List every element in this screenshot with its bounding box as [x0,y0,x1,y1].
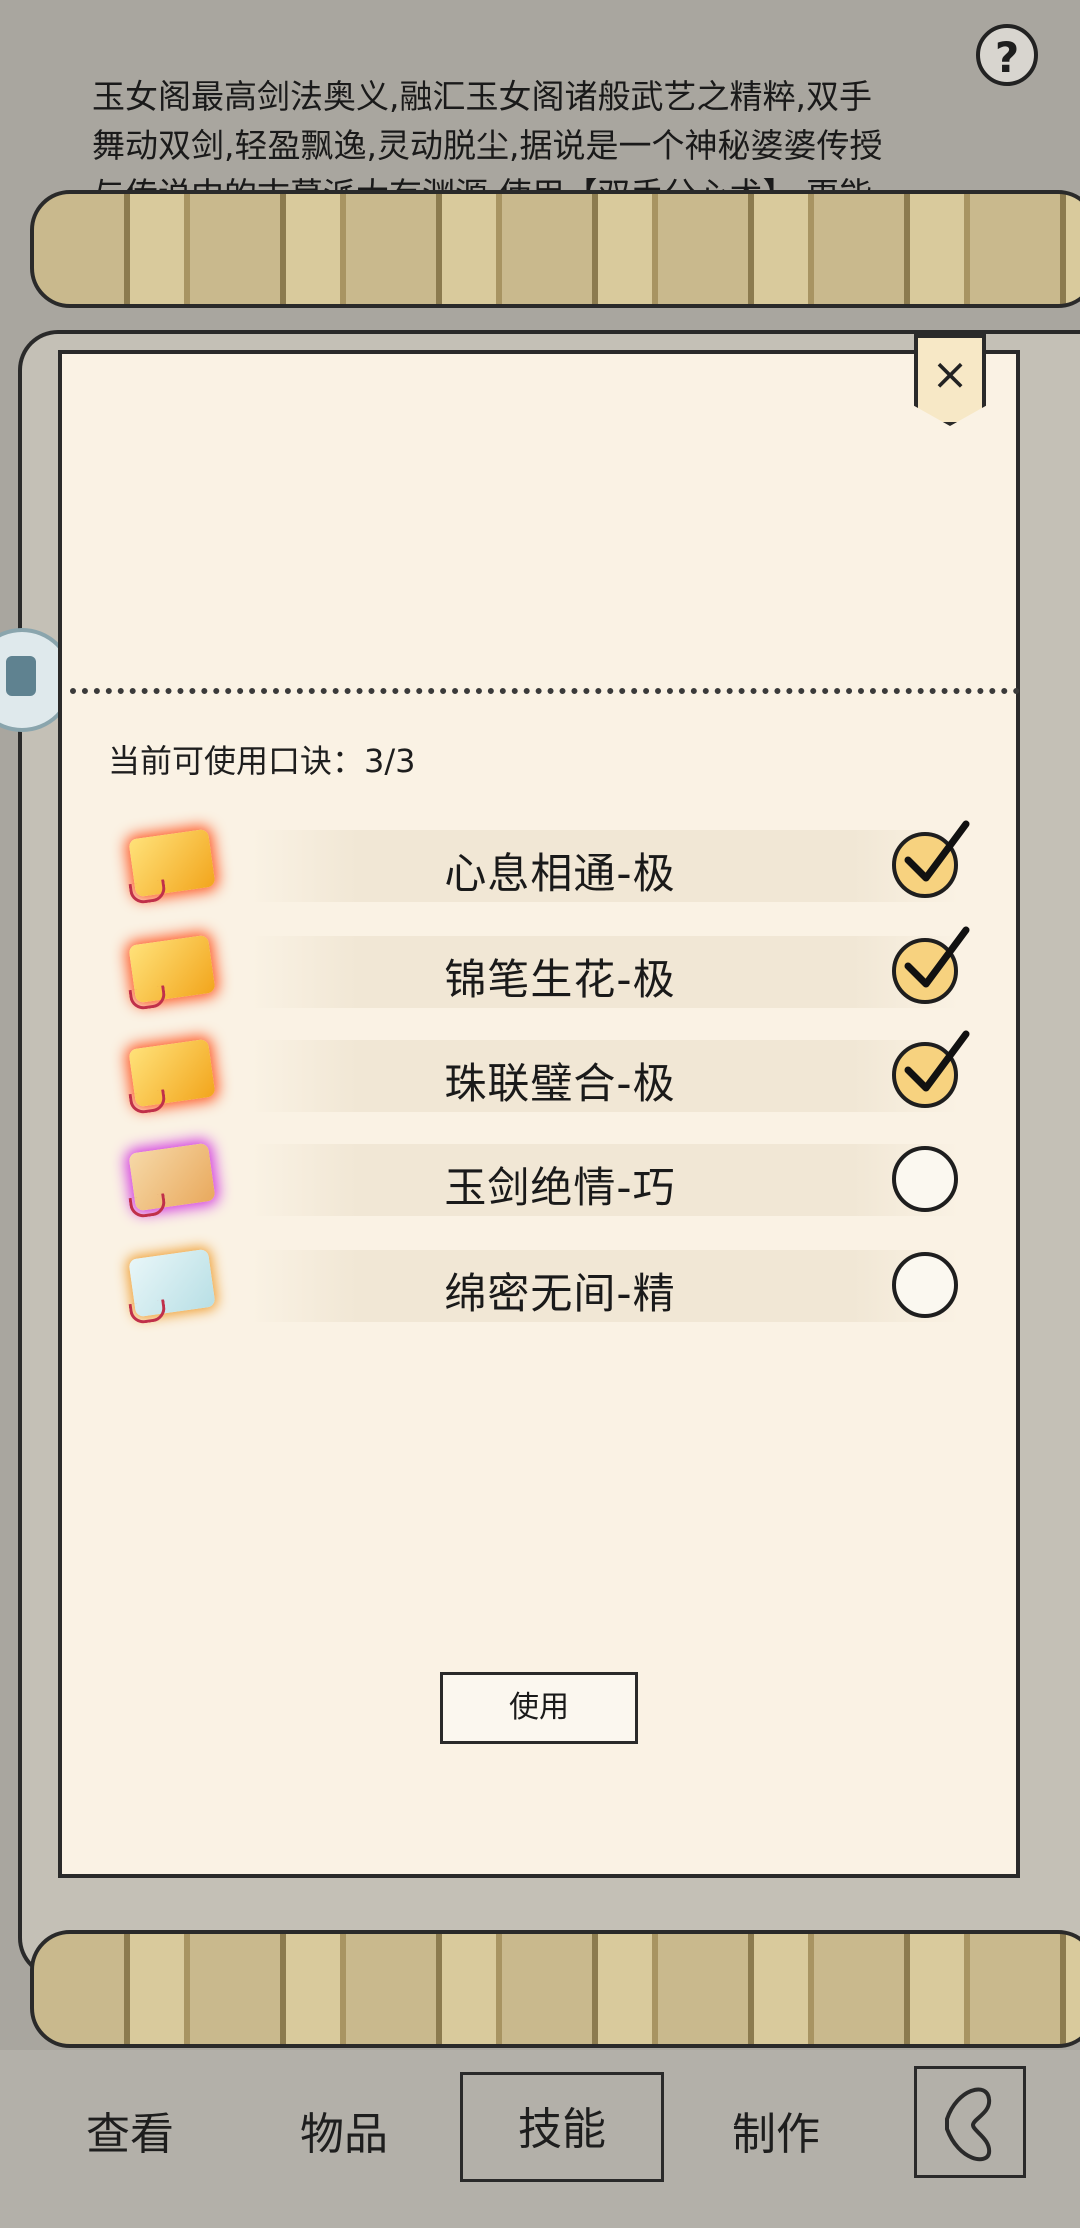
skill-checkbox-checked[interactable] [892,926,970,1004]
skill-row[interactable]: 珠联璧合-极 [110,1030,980,1122]
checkmark-icon [904,820,970,882]
checkmark-icon [904,1030,970,1092]
skill-name: 珠联璧合-极 [444,1059,676,1108]
skill-row[interactable]: 绵密无间-精 [110,1240,980,1332]
nav-craft[interactable]: 制作 [696,2098,856,2162]
back-icon[interactable] [914,2066,1026,2178]
scroll-item-icon [128,828,216,898]
skill-row[interactable]: 心息相通-极 [110,820,980,912]
skill-name: 锦笔生花-极 [444,955,676,1004]
skill-name: 玉剑绝情-巧 [444,1163,676,1212]
bottom-nav: 查看 物品 技能 制作 [0,2050,1080,2228]
scroll-rod-bottom [30,1930,1080,2048]
skill-checkbox[interactable] [892,1252,958,1318]
scroll-item-icon [128,1142,216,1212]
skill-checkbox-checked[interactable] [892,1030,970,1108]
scroll-rod-top [30,190,1080,308]
skill-name: 绵密无间-精 [444,1269,676,1318]
nav-items[interactable]: 物品 [264,2098,424,2162]
scroll-item-icon [128,1248,216,1318]
checkmark-icon [904,926,970,988]
skill-name: 心息相通-极 [444,849,676,898]
skill-checkbox-checked[interactable] [892,820,970,898]
nav-skills[interactable]: 技能 [460,2072,664,2182]
skill-row[interactable]: 玉剑绝情-巧 [110,1134,980,1226]
scroll-item-icon [128,934,216,1004]
skill-checkbox[interactable] [892,1146,958,1212]
help-button[interactable]: ? [976,24,1038,86]
usable-counter: 当前可使用口诀：3/3 [108,742,416,780]
dotted-divider [70,688,1020,694]
nav-view[interactable]: 查看 [50,2098,210,2162]
skill-row[interactable]: 锦笔生花-极 [110,926,980,1018]
use-button[interactable]: 使用 [440,1672,638,1744]
scroll-item-icon [128,1038,216,1108]
